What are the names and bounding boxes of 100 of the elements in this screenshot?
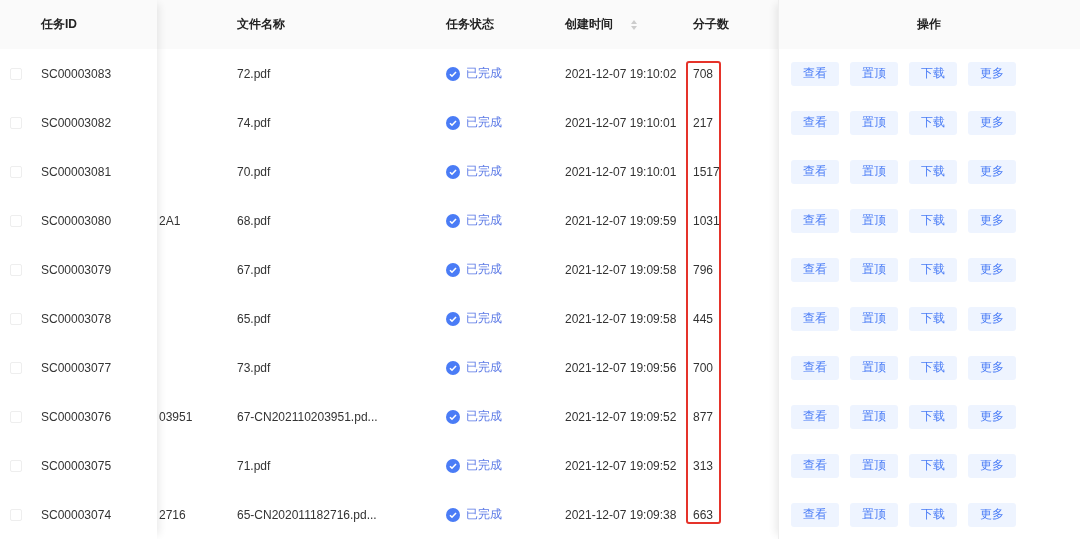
table-cell: 68.pdf xyxy=(237,213,271,228)
status-text: 已完成 xyxy=(466,408,502,425)
table-cell: 2021-12-07 19:10:01 xyxy=(565,164,677,179)
action-button[interactable]: 下载 xyxy=(909,502,957,527)
table-cell: 67.pdf xyxy=(237,262,271,277)
action-button[interactable]: 置顶 xyxy=(850,110,898,135)
table-cell: 663 xyxy=(693,507,714,522)
status-text: 已完成 xyxy=(466,261,502,278)
status-text: 已完成 xyxy=(466,65,502,82)
table-cell: 2021-12-07 19:09:58 xyxy=(565,262,677,277)
check-circle-icon xyxy=(446,115,460,130)
action-button[interactable]: 下载 xyxy=(909,355,957,380)
action-button[interactable]: 下载 xyxy=(909,306,957,331)
table-cell: 03951 xyxy=(159,409,193,424)
action-button[interactable]: 更多 xyxy=(968,355,1016,380)
action-button[interactable]: 置顶 xyxy=(850,306,898,331)
action-button[interactable]: 更多 xyxy=(968,257,1016,282)
action-button[interactable]: 查看 xyxy=(791,159,839,184)
table-cell: 65-CN202011182716.pd... xyxy=(237,507,377,522)
action-button[interactable]: 查看 xyxy=(791,355,839,380)
table-cell: SC00003077 xyxy=(41,360,112,375)
action-button[interactable]: 置顶 xyxy=(850,404,898,429)
action-button[interactable]: 下载 xyxy=(909,159,957,184)
action-button[interactable]: 查看 xyxy=(791,110,839,135)
table-cell: SC00003080 xyxy=(41,213,112,228)
table-cell: SC00003082 xyxy=(41,115,112,130)
table-cell: 73.pdf xyxy=(237,360,271,375)
table-cell: 2A1 xyxy=(159,213,181,228)
action-button[interactable]: 置顶 xyxy=(850,159,898,184)
action-button[interactable]: 置顶 xyxy=(850,502,898,527)
column-header: 任务ID xyxy=(41,16,77,33)
action-button[interactable]: 更多 xyxy=(968,453,1016,478)
table-cell: 70.pdf xyxy=(237,164,271,179)
table-cell: 1517 xyxy=(693,164,720,179)
action-button[interactable]: 更多 xyxy=(968,159,1016,184)
check-circle-icon xyxy=(446,262,460,277)
action-button[interactable]: 下载 xyxy=(909,208,957,233)
table-cell: 2716 xyxy=(159,507,186,522)
action-button[interactable]: 更多 xyxy=(968,61,1016,86)
table-cell: 2021-12-07 19:09:52 xyxy=(565,458,677,473)
column-header: 创建时间 xyxy=(565,16,613,33)
table-cell: 2021-12-07 19:10:02 xyxy=(565,66,677,81)
action-button[interactable]: 更多 xyxy=(968,404,1016,429)
check-circle-icon xyxy=(446,409,460,424)
action-button[interactable]: 置顶 xyxy=(850,208,898,233)
action-button[interactable]: 查看 xyxy=(791,404,839,429)
action-button[interactable]: 查看 xyxy=(791,306,839,331)
table-cell: SC00003081 xyxy=(41,164,112,179)
table-cell: SC00003083 xyxy=(41,66,112,81)
action-button[interactable]: 下载 xyxy=(909,257,957,282)
table-cell: 74.pdf xyxy=(237,115,271,130)
table-cell: SC00003079 xyxy=(41,262,112,277)
table-cell: 708 xyxy=(693,66,714,81)
action-button[interactable]: 下载 xyxy=(909,110,957,135)
table-cell: 700 xyxy=(693,360,714,375)
action-button[interactable]: 下载 xyxy=(909,61,957,86)
column-header: 任务状态 xyxy=(446,16,494,33)
action-button[interactable]: 更多 xyxy=(968,208,1016,233)
table-cell: 2021-12-07 19:09:56 xyxy=(565,360,677,375)
action-button[interactable]: 更多 xyxy=(968,306,1016,331)
column-header: 文件名称 xyxy=(237,16,285,33)
table-cell: 445 xyxy=(693,311,714,326)
column-header: 操作 xyxy=(917,16,941,33)
check-circle-icon xyxy=(446,66,460,81)
action-button[interactable]: 查看 xyxy=(791,208,839,233)
table-cell: 217 xyxy=(693,115,714,130)
status-text: 已完成 xyxy=(466,114,502,131)
status-text: 已完成 xyxy=(466,506,502,523)
table-cell: SC00003076 xyxy=(41,409,112,424)
table-cell: 72.pdf xyxy=(237,66,271,81)
table-cell: 2021-12-07 19:09:52 xyxy=(565,409,677,424)
action-button[interactable]: 置顶 xyxy=(850,355,898,380)
check-circle-icon xyxy=(446,360,460,375)
action-button[interactable]: 查看 xyxy=(791,453,839,478)
check-circle-icon xyxy=(446,311,460,326)
action-button[interactable]: 更多 xyxy=(968,110,1016,135)
action-button[interactable]: 置顶 xyxy=(850,61,898,86)
action-button[interactable]: 查看 xyxy=(791,257,839,282)
status-text: 已完成 xyxy=(466,359,502,376)
action-button[interactable]: 置顶 xyxy=(850,257,898,282)
action-button[interactable]: 查看 xyxy=(791,61,839,86)
status-text: 已完成 xyxy=(466,163,502,180)
check-circle-icon xyxy=(446,458,460,473)
action-button[interactable]: 查看 xyxy=(791,502,839,527)
check-circle-icon xyxy=(446,507,460,522)
table-cell: 877 xyxy=(693,409,714,424)
table-cell: 67-CN202110203951.pd... xyxy=(237,409,378,424)
action-button[interactable]: 下载 xyxy=(909,404,957,429)
status-text: 已完成 xyxy=(466,212,502,229)
table-cell: 2021-12-07 19:10:01 xyxy=(565,115,677,130)
action-button[interactable]: 置顶 xyxy=(850,453,898,478)
check-circle-icon xyxy=(446,164,460,179)
action-button[interactable]: 下载 xyxy=(909,453,957,478)
sort-icon[interactable] xyxy=(631,19,637,30)
table-cell: 2021-12-07 19:09:58 xyxy=(565,311,677,326)
status-text: 已完成 xyxy=(466,310,502,327)
column-header: 分子数 xyxy=(693,16,729,33)
status-text: 已完成 xyxy=(466,457,502,474)
action-button[interactable]: 更多 xyxy=(968,502,1016,527)
table-cell: 2021-12-07 19:09:59 xyxy=(565,213,677,228)
